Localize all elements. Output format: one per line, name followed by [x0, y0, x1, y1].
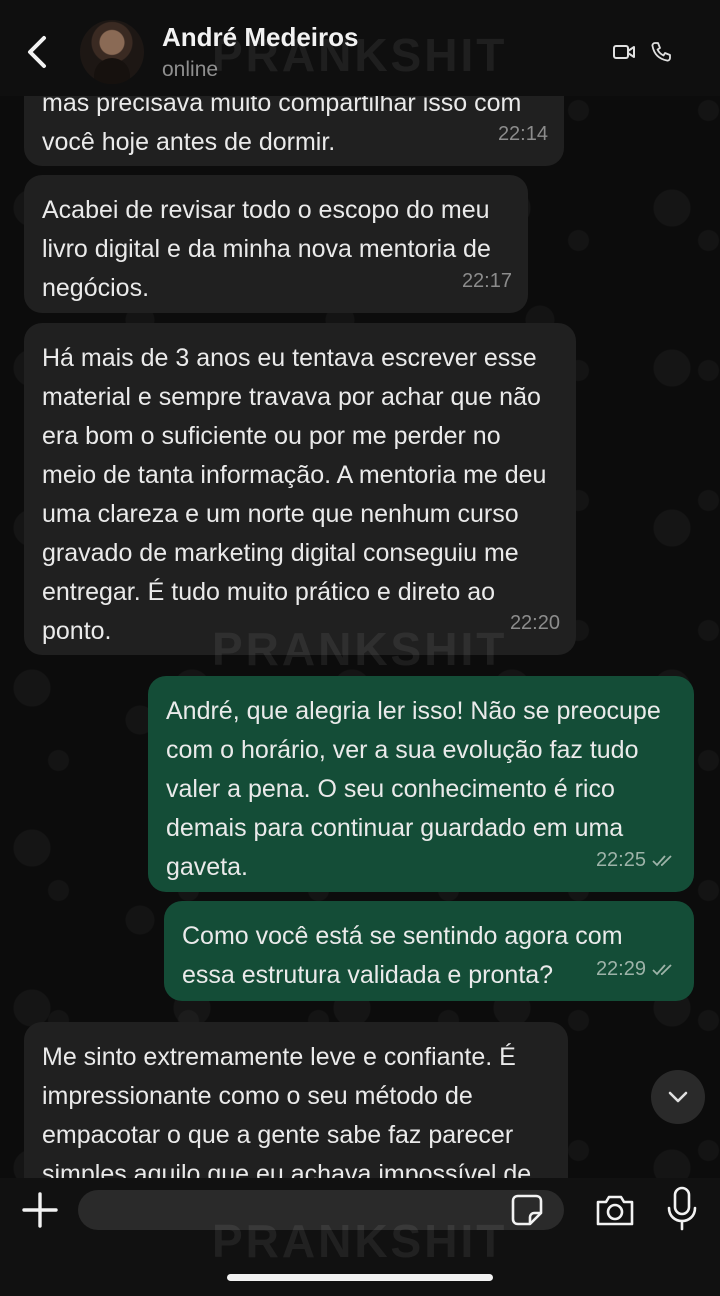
contact-name[interactable]: André Medeiros	[162, 22, 359, 53]
message-time: 22:17	[461, 270, 512, 292]
video-call-icon[interactable]	[612, 42, 636, 62]
home-indicator	[227, 1274, 493, 1281]
message-bubble-incoming[interactable]: Há mais de 3 anos eu tentava escrever es…	[24, 323, 576, 655]
plus-icon[interactable]	[20, 1188, 60, 1232]
message-bubble-incoming[interactable]: Acabei de revisar todo o escopo do meu l…	[24, 175, 528, 313]
scroll-to-bottom-button[interactable]	[651, 1070, 705, 1124]
microphone-icon[interactable]	[666, 1186, 698, 1232]
message-bubble-incoming[interactable]: Me sinto extremamente leve e confiante. …	[24, 1022, 568, 1202]
contact-status: online	[162, 58, 219, 81]
message-time: 22:29	[595, 958, 646, 980]
message-input[interactable]	[78, 1190, 564, 1230]
back-arrow-icon[interactable]	[20, 32, 52, 72]
message-time: 22:20	[509, 612, 560, 634]
camera-icon[interactable]	[594, 1192, 636, 1228]
message-bubble-outgoing[interactable]: André, que alegria ler isso! Não se preo…	[148, 676, 694, 892]
message-meta: 22:25	[596, 841, 678, 880]
message-time: 22:25	[595, 849, 646, 871]
double-check-icon	[652, 963, 672, 975]
message-bubble-outgoing[interactable]: Como você está se sentindo agora com ess…	[164, 901, 694, 1001]
avatar[interactable]	[80, 20, 144, 84]
composer-bar	[0, 1178, 720, 1296]
message-time: 22:14	[497, 123, 548, 145]
sticker-icon[interactable]	[510, 1193, 544, 1227]
message-meta: 22:14	[498, 115, 548, 154]
message-meta: 22:17	[462, 262, 512, 301]
message-meta: 22:29	[596, 950, 678, 989]
message-text: Me sinto extremamente leve e confiante. …	[42, 1043, 532, 1188]
message-text: Há mais de 3 anos eu tentava escrever es…	[42, 344, 547, 645]
chat-header: André Medeiros online	[0, 0, 720, 96]
chevron-down-icon	[668, 1091, 688, 1103]
message-meta: 22:20	[510, 604, 560, 643]
message-text: Acabei de revisar todo o escopo do meu l…	[42, 196, 491, 302]
double-check-icon	[652, 854, 672, 866]
phone-call-icon[interactable]	[650, 41, 672, 63]
